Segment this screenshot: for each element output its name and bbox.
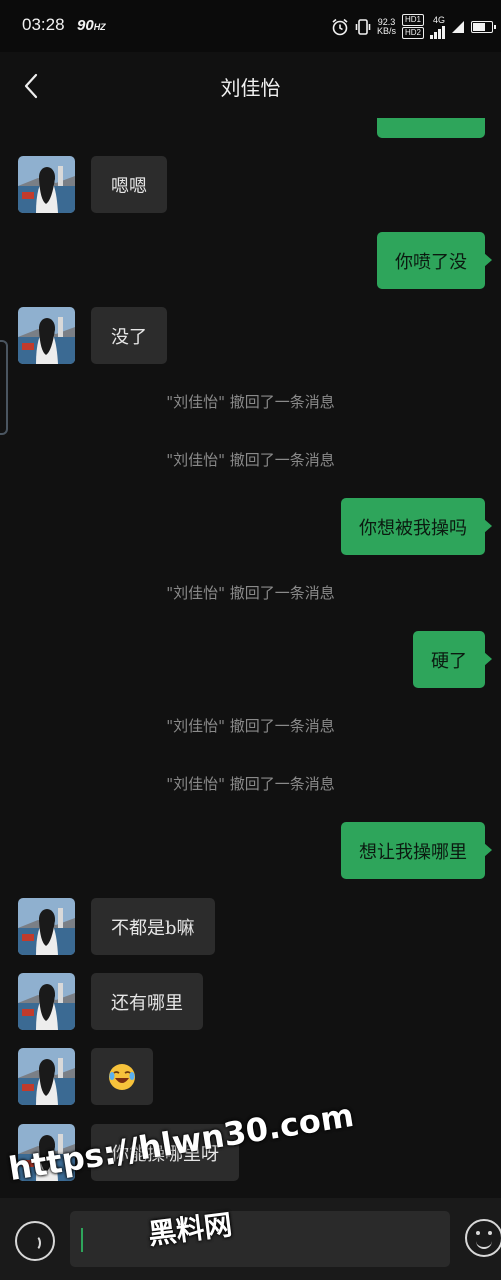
vibrate-icon — [355, 18, 371, 35]
net-speed: 92.3 KB/s — [376, 16, 396, 36]
avatar[interactable] — [18, 307, 75, 364]
recall-notice: "刘佳怡" 撤回了一条消息 — [166, 717, 335, 735]
text-caret — [81, 1228, 83, 1252]
message-bubble-outgoing[interactable]: 你喷了没 — [377, 232, 492, 289]
message-row-outgoing: 硬了 — [413, 631, 492, 688]
smile-icon[interactable] — [465, 1219, 501, 1257]
message-row-incoming: 没了 — [18, 307, 167, 364]
chat-title: 刘佳怡 — [220, 76, 281, 100]
message-list[interactable]: 嗯嗯 你喷了没 没了 "刘佳怡" 撤回了一条消息 "刘佳怡" 撤回了一条消息 你… — [0, 118, 501, 1200]
chat-header: 刘佳怡 — [0, 52, 501, 118]
message-row-outgoing: 你想被我操吗 — [341, 498, 492, 555]
alarm-icon — [332, 18, 348, 35]
message-bubble-incoming[interactable]: 嗯嗯 — [91, 156, 167, 213]
avatar[interactable] — [18, 973, 75, 1030]
signal-icon: 4G — [430, 15, 445, 39]
message-bubble-incoming[interactable]: 没了 — [91, 307, 167, 364]
avatar[interactable] — [18, 898, 75, 955]
avatar[interactable] — [18, 1048, 75, 1105]
message-bubble-incoming[interactable]: 还有哪里 — [91, 973, 203, 1030]
previous-outgoing-bubble[interactable] — [377, 118, 485, 138]
message-row-outgoing: 你喷了没 — [377, 232, 492, 289]
message-bubble-incoming[interactable]: 不都是b嘛 — [91, 898, 215, 955]
status-bar: 03:28 90HZ 92.3 KB/s HD1 HD2 4G — [0, 0, 501, 52]
message-bubble-outgoing[interactable]: 硬了 — [413, 631, 492, 688]
message-row-incoming: 嗯嗯 — [18, 156, 167, 213]
laughing-crying-emoji-icon — [109, 1063, 135, 1090]
recall-notice: "刘佳怡" 撤回了一条消息 — [166, 584, 335, 602]
recall-notice: "刘佳怡" 撤回了一条消息 — [166, 451, 335, 469]
recall-notice: "刘佳怡" 撤回了一条消息 — [166, 393, 335, 411]
status-time: 03:28 — [22, 15, 65, 34]
message-row-incoming: 不都是b嘛 — [18, 898, 215, 955]
message-input[interactable] — [70, 1211, 450, 1267]
message-row-outgoing: 想让我操哪里 — [341, 822, 492, 879]
voice-icon[interactable] — [15, 1221, 55, 1261]
message-bubble-outgoing[interactable]: 你想被我操吗 — [341, 498, 492, 555]
input-bar — [0, 1198, 501, 1280]
hd-badges: HD1 HD2 — [401, 14, 424, 39]
message-row-incoming — [18, 1048, 153, 1105]
recall-notice: "刘佳怡" 撤回了一条消息 — [166, 775, 335, 793]
side-edge-handle[interactable] — [0, 340, 8, 435]
battery-icon — [471, 20, 496, 33]
refresh-rate: 90HZ — [77, 17, 106, 34]
status-icons: 92.3 KB/s HD1 HD2 4G — [331, 14, 496, 39]
avatar[interactable] — [18, 156, 75, 213]
message-bubble-incoming[interactable] — [91, 1048, 153, 1105]
message-bubble-outgoing[interactable]: 想让我操哪里 — [341, 822, 492, 879]
message-row-incoming: 还有哪里 — [18, 973, 203, 1030]
wifi-icon — [452, 20, 464, 33]
